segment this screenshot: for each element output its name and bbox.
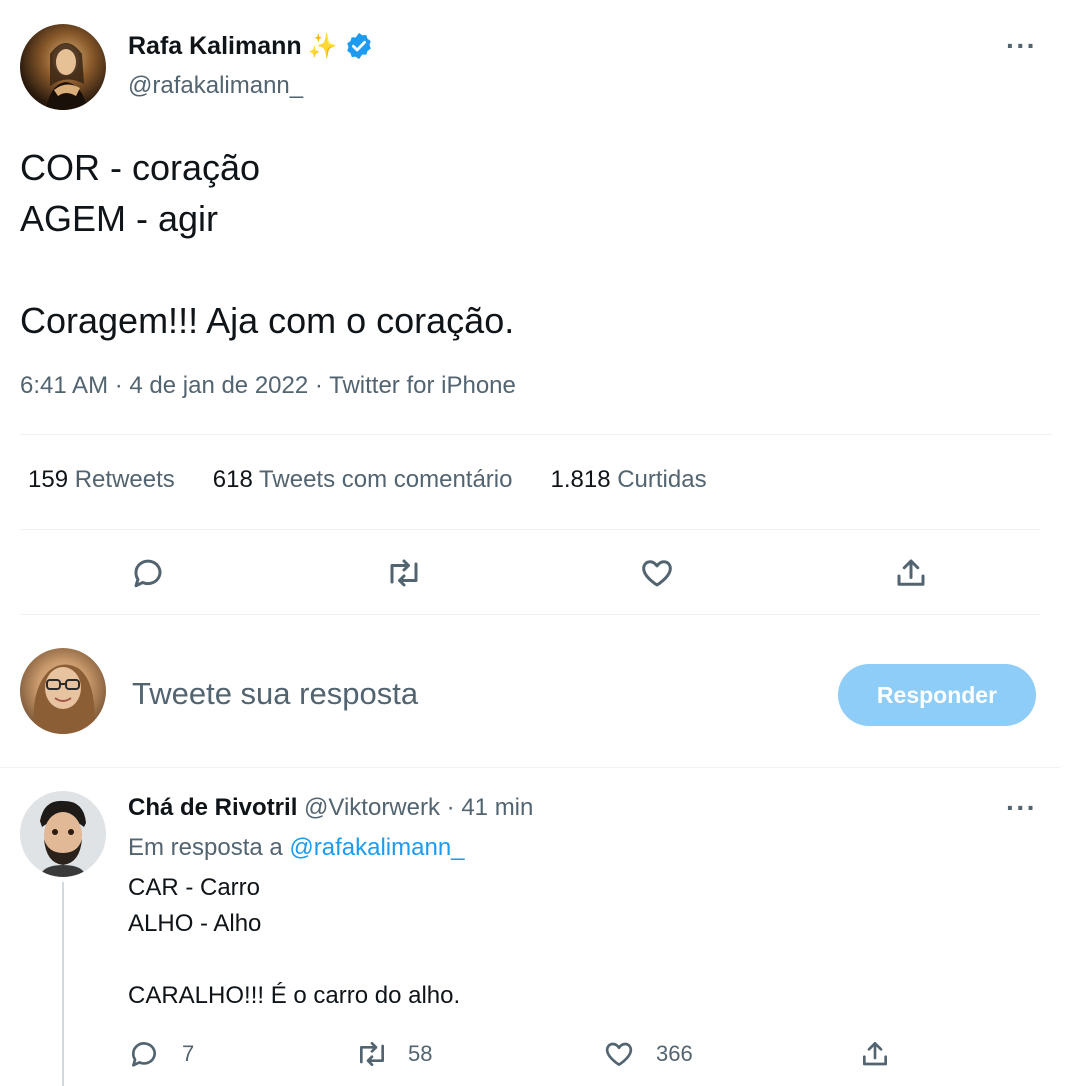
- reply-time[interactable]: 41 min: [461, 794, 533, 821]
- author-avatar[interactable]: [20, 24, 106, 110]
- verified-badge-icon: [346, 32, 371, 60]
- reply-separator: ·: [446, 794, 455, 821]
- sparkles-emoji: ✨: [307, 32, 338, 60]
- reply-count: 7: [182, 1041, 195, 1066]
- reply-author-avatar[interactable]: [20, 791, 106, 877]
- tweet-line: Coragem!!! Aja com o coração.: [20, 300, 515, 341]
- quote-tweets-count: 618: [212, 466, 253, 493]
- retweet-icon: [360, 1042, 384, 1066]
- tweet-line: [20, 244, 514, 295]
- reply-reply-action[interactable]: 7: [128, 1038, 194, 1070]
- reply-line: ALHO - Alho: [128, 910, 262, 937]
- reply-button[interactable]: Responder: [838, 664, 1036, 726]
- share-icon[interactable]: [858, 1038, 892, 1070]
- quote-tweets-stat[interactable]: 618 Tweets com comentário: [213, 466, 513, 494]
- thread-line: [62, 882, 64, 1086]
- retweets-stat[interactable]: 159 Retweets: [28, 466, 175, 494]
- divider: [0, 767, 1060, 768]
- reply-icon: [131, 1042, 156, 1067]
- reply-line: [128, 942, 460, 978]
- replying-to-link[interactable]: @rafakalimann_: [289, 834, 464, 861]
- author-handle[interactable]: @rafakalimann_: [128, 72, 303, 100]
- retweets-label: Retweets: [74, 466, 175, 493]
- reply-line: CARALHO!!! É o carro do alho.: [128, 982, 461, 1009]
- author-name[interactable]: Rafa Kalimann: [128, 32, 302, 61]
- replying-to: Em resposta a @rafakalimann_: [128, 834, 465, 862]
- reply-author-name[interactable]: Chá de Rivotril: [128, 794, 297, 821]
- divider: [20, 614, 1040, 615]
- likes-count: 1.818: [550, 466, 611, 493]
- tweet-stats: 159 Retweets 618 Tweets com comentário 1…: [28, 466, 707, 494]
- user-avatar-image: [33, 664, 95, 734]
- reply-text: CAR - Carro ALHO - Alho CARALHO!!! É o c…: [128, 870, 460, 1014]
- retweet-count: 58: [408, 1041, 433, 1066]
- author-avatar-image: [46, 43, 88, 110]
- retweet-icon[interactable]: [384, 555, 424, 591]
- like-count: 366: [656, 1041, 693, 1066]
- reply-author-avatar-image: [40, 800, 86, 877]
- tweet-text: COR - coração AGEM - agir Coragem!!! Aja…: [20, 142, 514, 346]
- reply-more-options-icon[interactable]: ···: [1006, 794, 1037, 822]
- reply-actions: 7 58 366: [128, 1038, 898, 1072]
- reply-line: CAR - Carro: [128, 874, 261, 901]
- author-name-row: Rafa Kalimann ✨: [128, 30, 374, 62]
- like-icon[interactable]: [638, 555, 676, 591]
- tweet-line: AGEM - agir: [20, 198, 219, 239]
- reply-icon[interactable]: [130, 555, 166, 591]
- divider: [20, 434, 1052, 435]
- reply-author-handle[interactable]: @Viktorwerk: [304, 794, 440, 821]
- share-icon[interactable]: [892, 555, 930, 591]
- reply-header: Chá de Rivotril @Viktorwerk · 41 min: [128, 794, 533, 822]
- likes-stat[interactable]: 1.818 Curtidas: [550, 466, 706, 494]
- like-icon: [605, 1042, 633, 1066]
- user-avatar[interactable]: [20, 648, 106, 734]
- divider: [20, 529, 1040, 530]
- replying-to-prefix: Em resposta a: [128, 834, 283, 861]
- tweet-line: COR - coração: [20, 147, 261, 188]
- tweet-timestamp[interactable]: 6:41 AM · 4 de jan de 2022 · Twitter for…: [20, 372, 516, 400]
- likes-label: Curtidas: [617, 466, 707, 493]
- retweets-count: 159: [28, 466, 69, 493]
- reply-compose-input[interactable]: Tweete sua resposta: [132, 676, 418, 712]
- reply-like-action[interactable]: 366: [602, 1038, 693, 1070]
- reply-retweet-action[interactable]: 58: [354, 1038, 432, 1070]
- more-options-icon[interactable]: ···: [1006, 32, 1037, 60]
- quote-tweets-label: Tweets com comentário: [259, 466, 513, 493]
